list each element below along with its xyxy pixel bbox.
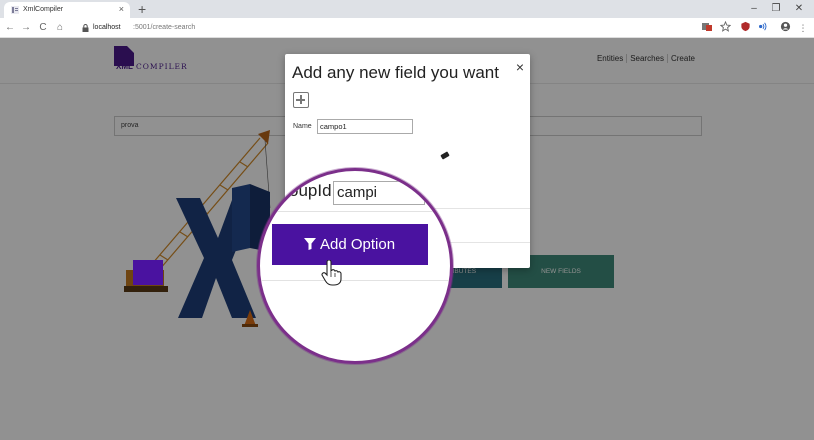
browser-menu-icon[interactable]: ⋮ xyxy=(796,21,810,35)
tab-close-icon[interactable]: × xyxy=(119,4,124,14)
magnifier-lens: oupId campi Add Option xyxy=(257,168,453,364)
address-bar-row: ← → C ⌂ localhost :5001/create-search ⋮ xyxy=(0,18,814,38)
group-id-label: oupId xyxy=(289,181,332,200)
app-page: XML COMPILER Entities Searches Create prov… xyxy=(0,38,814,440)
purple-button-edge[interactable] xyxy=(133,260,163,285)
forward-icon[interactable]: → xyxy=(20,20,32,36)
profile-avatar-icon[interactable] xyxy=(778,21,792,35)
page-favicon-icon xyxy=(11,6,19,14)
add-option-button[interactable]: Add Option xyxy=(272,224,428,265)
browser-tab-bar: XmlCompiler × + – ❐ ✕ xyxy=(0,0,814,18)
close-window-icon[interactable]: ✕ xyxy=(789,1,809,17)
lock-icon xyxy=(82,24,89,32)
back-icon[interactable]: ← xyxy=(4,20,16,36)
minimize-icon[interactable]: – xyxy=(744,1,764,17)
name-field[interactable]: campo1 xyxy=(317,119,413,134)
shield-extension-icon[interactable] xyxy=(738,21,752,35)
add-field-plus-icon[interactable] xyxy=(293,92,309,108)
browser-tab[interactable]: XmlCompiler × xyxy=(4,2,130,18)
audio-extension-icon[interactable] xyxy=(755,21,769,35)
bookmark-star-icon[interactable] xyxy=(718,20,732,35)
modal-title: Add any new field you want xyxy=(292,63,499,82)
lens-divider xyxy=(260,211,450,212)
reload-icon[interactable]: C xyxy=(37,20,49,36)
group-id-field[interactable]: campi xyxy=(333,181,425,205)
url-path: :5001/create-search xyxy=(133,24,196,31)
tab-title: XmlCompiler xyxy=(23,6,64,13)
maximize-icon[interactable]: ❐ xyxy=(766,1,786,17)
hand-cursor-icon xyxy=(321,260,342,286)
home-icon[interactable]: ⌂ xyxy=(54,20,66,36)
new-tab-icon[interactable]: + xyxy=(138,0,146,18)
filter-icon xyxy=(304,238,316,250)
url-host: localhost xyxy=(93,24,121,31)
name-label: Name xyxy=(293,123,312,130)
add-option-label: Add Option xyxy=(320,236,396,253)
eraser-icon[interactable] xyxy=(440,151,450,160)
url-field[interactable]: localhost :5001/create-search xyxy=(80,21,690,35)
close-icon[interactable]: × xyxy=(516,59,524,75)
translate-extension-icon[interactable] xyxy=(700,21,714,35)
lens-divider xyxy=(260,280,450,281)
